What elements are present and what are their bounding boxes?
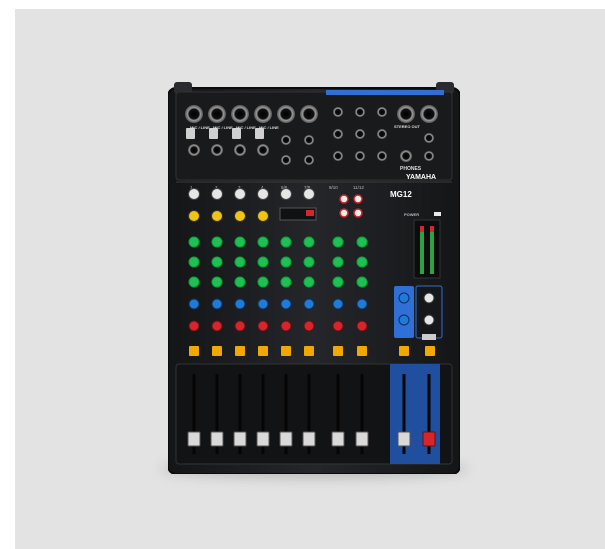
- master-section: [394, 285, 443, 340]
- svg-text:9/10: 9/10: [329, 185, 338, 190]
- xlr-inputs: [185, 105, 438, 123]
- brand-name: YAMAHA: [406, 174, 436, 181]
- phones-label: PHONES: [400, 166, 422, 172]
- mixer-console: MIC / LINE MIC / LINE MIC / LINE MIC / L…: [168, 82, 460, 474]
- mic-line-label-3: MIC / LINE: [236, 125, 256, 130]
- svg-text:11/12: 11/12: [353, 185, 364, 190]
- level-meter: [413, 219, 441, 279]
- mic-line-label-2: MIC / LINE: [213, 125, 233, 130]
- mic-line-label-4: MIC / LINE: [259, 125, 279, 130]
- mic-line-label-1: MIC / LINE: [190, 125, 210, 130]
- stereo-out-label: STEREO OUT: [394, 124, 421, 129]
- model-name: MG12: [390, 190, 412, 199]
- power-label: POWER: [404, 212, 419, 217]
